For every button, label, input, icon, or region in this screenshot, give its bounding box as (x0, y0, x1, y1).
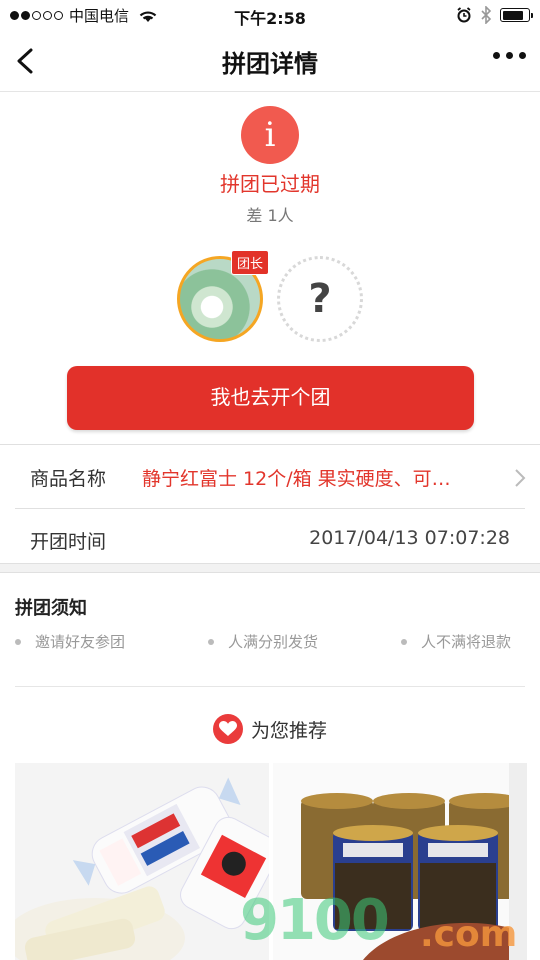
product-name-row[interactable]: 商品名称 静宁红富士 12个/箱 果实硬度、可… (0, 446, 540, 508)
chevron-right-icon[interactable] (514, 468, 526, 488)
bullet-icon (208, 638, 214, 645)
start-time-label: 开团时间 (30, 531, 107, 553)
info-icon: i (241, 106, 299, 164)
recommend-product-card[interactable] (15, 763, 269, 960)
heart-icon (212, 714, 243, 744)
candy-product-image (15, 763, 269, 960)
start-group-button[interactable]: 我也去开个团 (67, 366, 474, 430)
section-separator (0, 563, 540, 573)
more-dots-icon[interactable] (493, 52, 526, 59)
start-time-row: 开团时间 2017/04/13 07:07:28 (0, 509, 540, 571)
watermark: .com (420, 914, 518, 955)
group-status-section: i 拼团已过期 差 1人 团长 ? 我也去开个团 (0, 92, 540, 442)
alarm-icon (457, 7, 471, 23)
empty-member-slot: ? (277, 256, 363, 342)
battery-icon (500, 8, 533, 22)
divider (15, 686, 525, 687)
divider (0, 444, 540, 445)
notice-item: 人满分别发货 (208, 631, 318, 652)
leader-badge: 团长 (231, 250, 270, 275)
notice-item-text: 邀请好友参团 (35, 633, 126, 651)
notice-item: 人不满将退款 (401, 631, 511, 652)
bullet-icon (15, 638, 21, 645)
product-name-label: 商品名称 (30, 468, 107, 490)
notice-item-text: 人不满将退款 (421, 633, 512, 651)
notice-title: 拼团须知 (15, 598, 87, 619)
recommend-header: 为您推荐 (0, 714, 540, 744)
nav-bar: 拼团详情 (0, 30, 540, 92)
page-title: 拼团详情 (222, 50, 318, 78)
bullet-icon (401, 638, 407, 645)
recommend-title: 为您推荐 (250, 719, 327, 742)
start-time-value: 2017/04/13 07:07:28 (309, 527, 510, 549)
bluetooth-icon (481, 6, 492, 24)
notice-item: 邀请好友参团 (15, 631, 125, 652)
notice-item-text: 人满分别发货 (228, 633, 319, 651)
product-name-value[interactable]: 静宁红富士 12个/箱 果实硬度、可… (142, 464, 492, 491)
status-bar: 中国电信 下午2:58 (0, 0, 540, 30)
group-status-subtitle: 差 1人 (246, 206, 294, 225)
watermark: 9100 (240, 888, 390, 953)
group-status-title: 拼团已过期 (220, 172, 320, 196)
